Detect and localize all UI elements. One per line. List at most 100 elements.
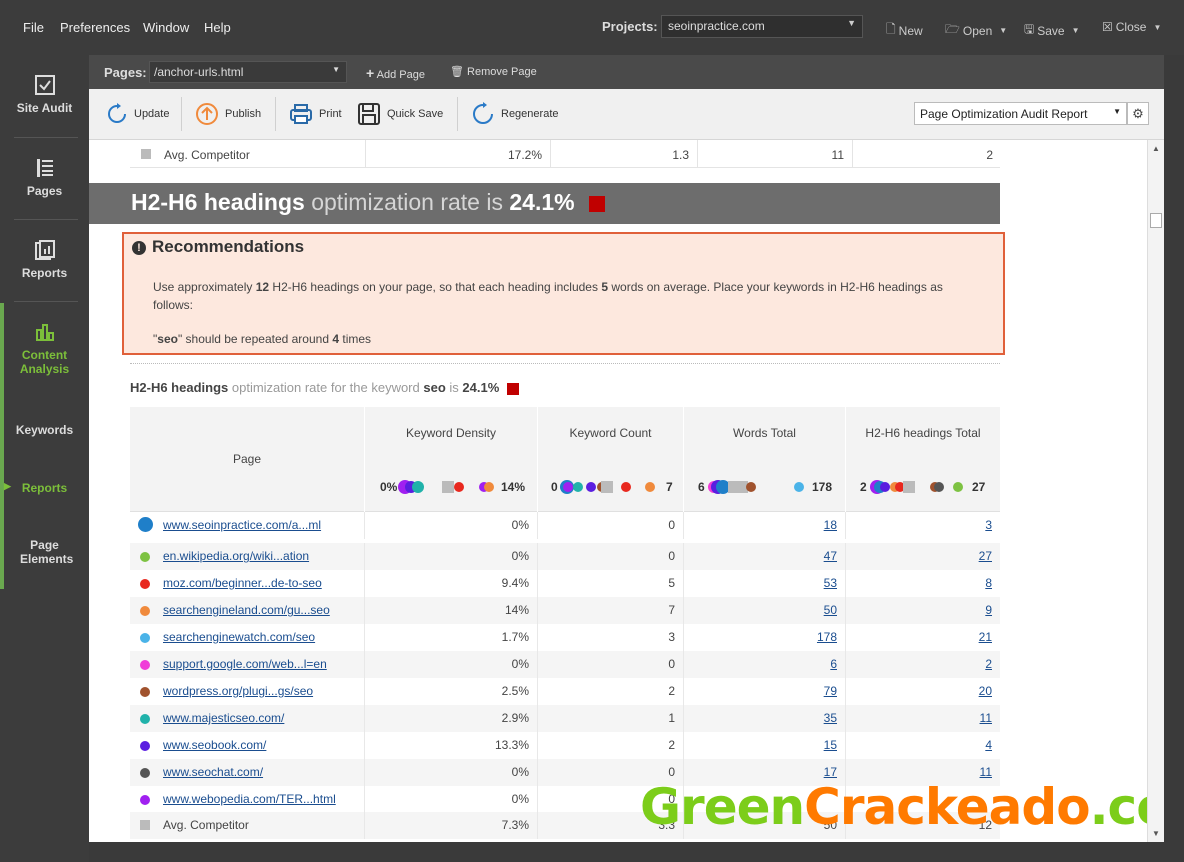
words-link[interactable]: 18 [684, 518, 837, 532]
page-url-link[interactable]: wordpress.org/plugi...gs/seo [163, 684, 313, 698]
remove-page-button[interactable]: 🗑 Remove Page [450, 65, 537, 78]
table-row: en.wikipedia.org/wiki...ation 0% 0 47 27 [130, 543, 1000, 570]
headings-link[interactable]: 11 [846, 765, 992, 779]
menu-file[interactable]: File [23, 20, 44, 35]
col-words[interactable]: Words Total [684, 426, 845, 440]
publish-button[interactable]: Publish [195, 100, 261, 128]
page-url-link[interactable]: www.webopedia.com/TER...html [163, 792, 336, 806]
page-url-link[interactable]: en.wikipedia.org/wiki...ation [163, 549, 309, 563]
chevron-down-icon: ▼ [1153, 22, 1162, 32]
close-button[interactable]: ☒ Close ▼ [1102, 20, 1161, 34]
pages-select[interactable]: /anchor-urls.html ▼ [149, 61, 347, 83]
new-button[interactable]: 🗋 New [886, 20, 923, 41]
exclamation-icon: ! [132, 241, 146, 255]
recommendations-box: ! Recommendations Use approximately 12 H2… [122, 232, 1005, 355]
words-link[interactable]: 6 [684, 657, 837, 671]
series-color-dot [140, 741, 150, 751]
headings-link[interactable]: 4 [846, 738, 992, 752]
remove-page-label: Remove Page [467, 66, 537, 78]
count-cell: 0 [668, 765, 675, 779]
headings-link[interactable]: 9 [846, 603, 992, 617]
open-label: Open [962, 23, 993, 38]
sidebar-item-label: Keywords [15, 423, 74, 437]
sidebar-item-page-elements[interactable]: Page Elements [0, 538, 89, 566]
open-button[interactable]: 🗁 Open ▼ [945, 20, 1007, 41]
page-url-link[interactable]: support.google.com/web...l=en [163, 657, 327, 671]
sidebar-item-reports-top[interactable]: Reports [0, 240, 89, 280]
vertical-scrollbar[interactable]: ▲ ▼ [1147, 140, 1164, 842]
density-range: 0% 14% [380, 480, 526, 494]
projects-select[interactable]: seoinpractice.com ▼ [661, 15, 863, 38]
report-content: Avg. Competitor 17.2% 1.3 11 2 H2-H6 hea… [89, 140, 1147, 842]
words-link[interactable]: 50 [684, 603, 837, 617]
sidebar-item-site-audit[interactable]: Site Audit [0, 75, 89, 115]
series-color-dot [140, 660, 150, 670]
page-url-link[interactable]: www.seoinpractice.com/a...ml [163, 518, 321, 532]
update-button[interactable]: Update [106, 100, 169, 128]
table-row: searchengineland.com/gu...seo 14% 7 50 9 [130, 597, 1000, 624]
words-link[interactable]: 17 [684, 765, 837, 779]
headings-link[interactable]: 8 [846, 576, 992, 590]
table-row: wordpress.org/plugi...gs/seo 2.5% 2 79 20 [130, 678, 1000, 705]
sidebar-item-reports[interactable]: ▶ Reports [0, 481, 89, 495]
density-cell: 14% [504, 603, 529, 617]
words-link[interactable]: 79 [684, 684, 837, 698]
sidebar-item-label: Pages [26, 184, 63, 198]
chevron-down-icon: ▼ [999, 26, 1008, 35]
add-page-button[interactable]: + Add Page [366, 65, 425, 81]
col-headings[interactable]: H2-H6 headings Total [846, 426, 1000, 440]
gray-square-icon [140, 820, 150, 830]
scroll-up-icon[interactable]: ▲ [1152, 144, 1160, 153]
sidebar-item-label: Reports [21, 266, 68, 280]
report-icon [34, 240, 55, 260]
words-link[interactable]: 47 [684, 549, 837, 563]
scroll-down-icon[interactable]: ▼ [1152, 829, 1160, 838]
report-type-select[interactable]: Page Optimization Audit Report ▼ [914, 102, 1127, 125]
words-range: 6 178 [698, 480, 833, 494]
menu-bar: File Preferences Window Help Projects: s… [0, 0, 1184, 55]
status-red-square-icon [588, 195, 605, 212]
chevron-down-icon: ▼ [847, 18, 856, 28]
menu-help[interactable]: Help [204, 20, 231, 35]
col-density[interactable]: Keyword Density [365, 426, 537, 440]
active-arrow-icon: ▶ [4, 481, 11, 491]
scroll-thumb[interactable] [1150, 213, 1162, 228]
status-red-square-icon [506, 382, 519, 395]
headings-range: 2 27 [860, 480, 986, 494]
headings-link[interactable]: 20 [846, 684, 992, 698]
avg-density: 7.3% [501, 818, 529, 832]
headings-link[interactable]: 27 [846, 549, 992, 563]
headings-link[interactable]: 11 [846, 711, 992, 725]
page-url-link[interactable]: searchenginewatch.com/seo [163, 630, 315, 644]
page-url-link[interactable]: www.seobook.com/ [163, 738, 266, 752]
words-link[interactable]: 53 [684, 576, 837, 590]
print-button[interactable]: Print [289, 100, 342, 128]
sidebar-item-content-analysis[interactable]: Content Analysis [0, 322, 89, 376]
col-count[interactable]: Keyword Count [538, 426, 683, 440]
words-link[interactable]: 35 [684, 711, 837, 725]
headings-link[interactable]: 2 [846, 657, 992, 671]
page-url-link[interactable]: www.majesticseo.com/ [163, 711, 284, 725]
settings-button[interactable]: ⚙ [1127, 102, 1149, 125]
page-url-link[interactable]: moz.com/beginner...de-to-seo [163, 576, 322, 590]
pages-bar: Pages: /anchor-urls.html ▼ + Add Page 🗑 … [89, 55, 1164, 89]
sidebar-item-pages[interactable]: Pages [0, 158, 89, 198]
sidebar-item-keywords[interactable]: Keywords [0, 423, 89, 437]
headings-link[interactable]: 21 [846, 630, 992, 644]
series-color-dot [140, 579, 150, 589]
words-link[interactable]: 15 [684, 738, 837, 752]
avg-count: 1.3 [672, 148, 689, 162]
series-color-dot [140, 633, 150, 643]
menu-window[interactable]: Window [143, 20, 189, 35]
table-row: www.majesticseo.com/2.9% 1 35 11 [130, 705, 1000, 732]
page-url-link[interactable]: www.seochat.com/ [163, 765, 263, 779]
menu-preferences[interactable]: Preferences [60, 20, 130, 35]
quick-save-button[interactable]: Quick Save [357, 100, 443, 128]
headings-link[interactable]: 3 [846, 518, 992, 532]
page-url-link[interactable]: searchengineland.com/gu...seo [163, 603, 330, 617]
regenerate-button[interactable]: Regenerate [471, 100, 559, 128]
count-cell: 2 [668, 684, 675, 698]
printer-icon [290, 104, 312, 124]
save-button[interactable]: 🖫 Save ▼ [1024, 20, 1080, 41]
words-link[interactable]: 178 [684, 630, 837, 644]
